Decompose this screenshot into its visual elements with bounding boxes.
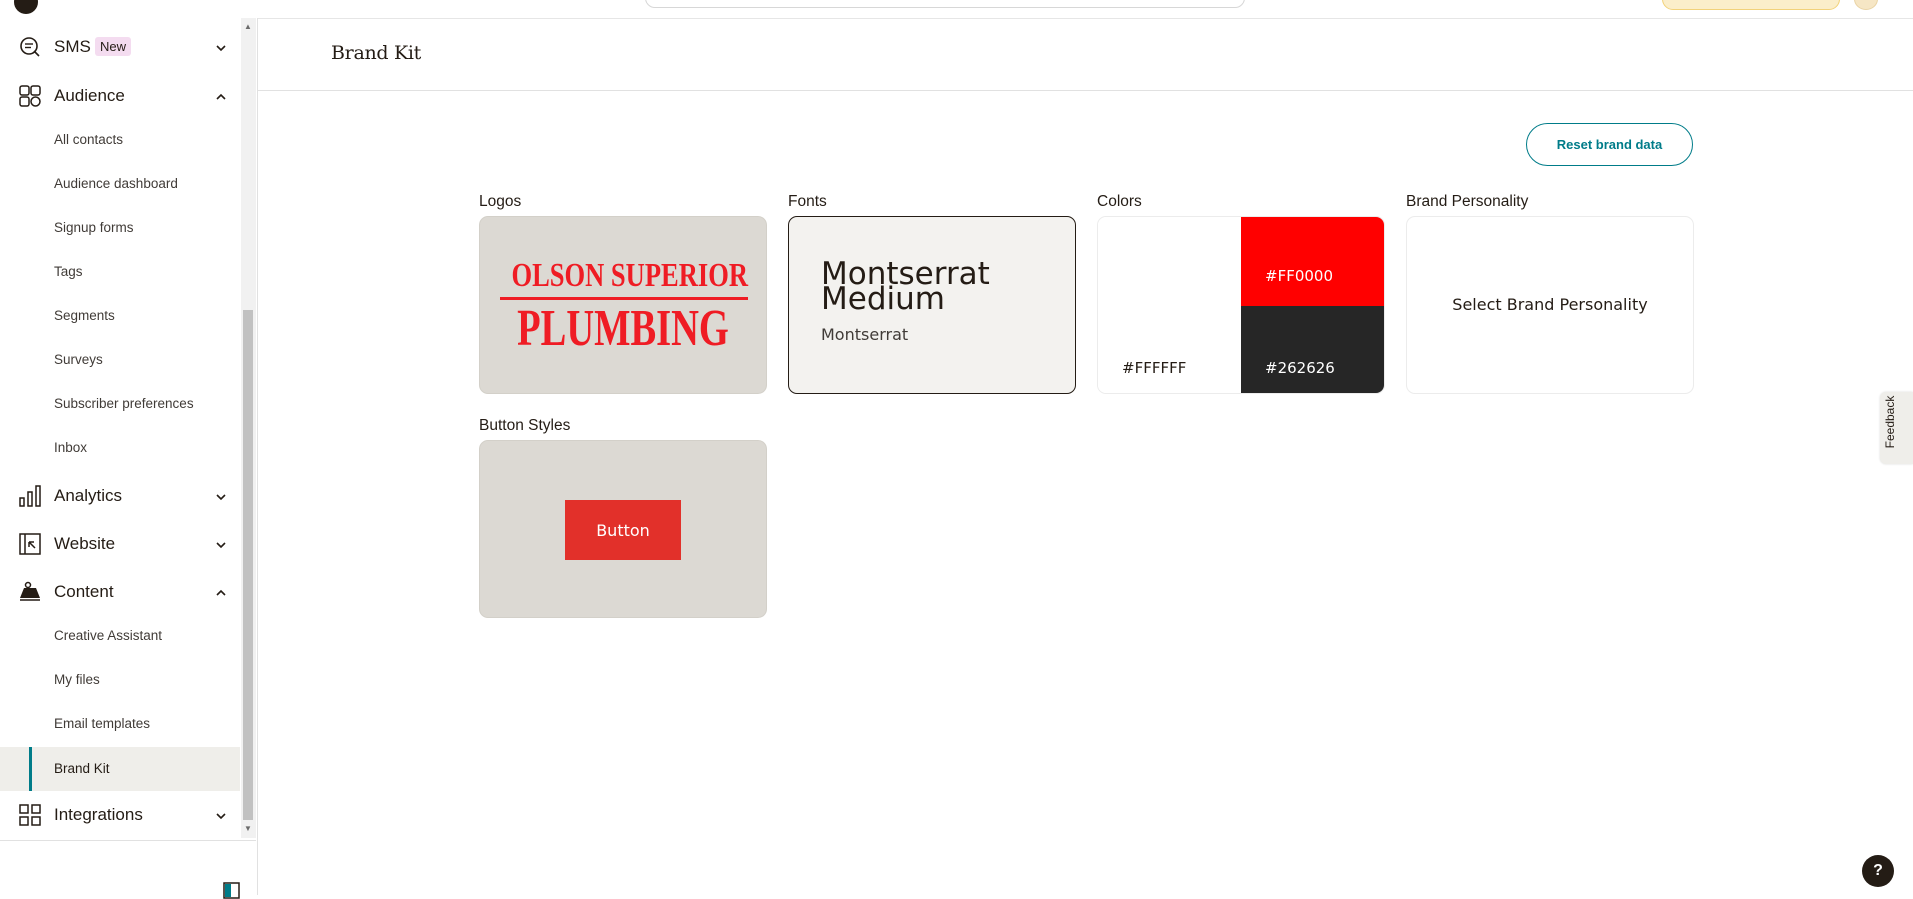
brand-personality-label: Brand Personality <box>1406 193 1529 210</box>
scroll-up-arrow-icon[interactable]: ▲ <box>244 22 252 31</box>
brand-logo-line1: OLSON SUPERIOR <box>511 257 748 294</box>
nav-item-my-files[interactable]: My files <box>0 661 240 701</box>
nav-website-label: Website <box>54 534 116 553</box>
nav-item-label: Subscriber preferences <box>54 396 194 411</box>
nav-item-audience-dashboard[interactable]: Audience dashboard <box>0 165 240 205</box>
page-title: Brand Kit <box>331 42 422 64</box>
chevron-down-icon[interactable] <box>214 538 228 552</box>
nav-item-label: Brand Kit <box>54 761 110 776</box>
chevron-up-icon[interactable] <box>214 90 228 104</box>
nav-audience-label: Audience <box>54 86 125 105</box>
nav-sms[interactable]: SMS New <box>0 25 240 69</box>
color-hex-label: #262626 <box>1265 359 1335 377</box>
colors-label: Colors <box>1097 193 1142 210</box>
analytics-bar-chart-icon <box>19 485 41 507</box>
nav-item-all-contacts[interactable]: All contacts <box>0 121 240 161</box>
nav-website[interactable]: Website <box>0 522 240 566</box>
audience-icon <box>19 85 41 107</box>
avatar[interactable] <box>1854 0 1878 10</box>
content-icon <box>20 581 40 601</box>
nav-item-label: All contacts <box>54 132 124 147</box>
font-sample-text: Montserrat Medium <box>821 256 990 317</box>
nav-item-label: Tags <box>54 264 83 279</box>
color-swatch-dark[interactable]: #262626 <box>1241 306 1384 393</box>
nav-item-surveys[interactable]: Surveys <box>0 341 240 381</box>
nav-item-email-templates[interactable]: Email templates <box>0 705 240 745</box>
integrations-grid-icon <box>19 804 41 826</box>
nav-item-label: My files <box>54 672 100 687</box>
color-swatch-red[interactable]: #FF0000 <box>1241 217 1384 306</box>
nav-item-segments[interactable]: Segments <box>0 297 240 337</box>
app-logo-icon[interactable] <box>14 0 38 14</box>
feedback-tab[interactable]: Feedback <box>1880 392 1913 464</box>
chevron-down-icon[interactable] <box>214 490 228 504</box>
reset-brand-data-button[interactable]: Reset brand data <box>1526 123 1693 166</box>
nav-integrations[interactable]: Integrations <box>0 793 240 837</box>
website-icon <box>19 533 41 555</box>
new-badge: New <box>95 37 132 56</box>
nav-analytics[interactable]: Analytics <box>0 474 240 518</box>
brand-logo-line2: PLUMBING <box>517 300 729 357</box>
scroll-down-arrow-icon[interactable]: ▼ <box>244 824 252 833</box>
sidebar-divider <box>0 840 256 841</box>
sidebar-scrollbar-thumb[interactable] <box>243 310 253 820</box>
colors-card[interactable]: #FFFFFF #FF0000 #262626 <box>1097 216 1385 394</box>
nav-item-label: Segments <box>54 308 115 323</box>
font-name: Montserrat <box>821 325 909 344</box>
font-card[interactable]: Montserrat Medium Montserrat <box>788 216 1076 394</box>
button-styles-card[interactable]: Button <box>479 440 767 618</box>
search-input[interactable] <box>645 0 1245 8</box>
brand-personality-card[interactable]: Select Brand Personality <box>1406 216 1694 394</box>
chevron-down-icon[interactable] <box>214 809 228 823</box>
chevron-down-icon[interactable] <box>214 41 228 55</box>
sidebar: ▲ ▼ SMS New Audience All contacts Audien… <box>0 18 258 899</box>
nav-audience[interactable]: Audience <box>0 74 240 118</box>
nav-item-subscriber-preferences[interactable]: Subscriber preferences <box>0 385 240 425</box>
color-hex-label: #FFFFFF <box>1122 359 1187 377</box>
logo-card[interactable]: OLSON SUPERIOR PLUMBING <box>479 216 767 394</box>
select-brand-personality-text: Select Brand Personality <box>1452 295 1648 314</box>
upgrade-button[interactable] <box>1662 0 1840 10</box>
sms-chat-icon <box>20 37 40 57</box>
nav-sms-label: SMS <box>54 37 91 56</box>
fonts-label: Fonts <box>788 193 827 210</box>
main-content: Brand Kit Reset brand data Logos OLSON S… <box>258 18 1913 895</box>
nav-content[interactable]: Content <box>0 570 240 614</box>
nav-item-inbox[interactable]: Inbox <box>0 429 240 469</box>
nav-item-creative-assistant[interactable]: Creative Assistant <box>0 617 240 657</box>
chevron-up-icon[interactable] <box>214 586 228 600</box>
logos-label: Logos <box>479 193 522 210</box>
collapse-sidebar-icon[interactable] <box>223 882 240 899</box>
top-bar <box>0 0 1913 19</box>
nav-item-signup-forms[interactable]: Signup forms <box>0 209 240 249</box>
nav-content-label: Content <box>54 582 114 601</box>
nav-item-tags[interactable]: Tags <box>0 253 240 293</box>
nav-item-label: Inbox <box>54 440 88 455</box>
feedback-label: Feedback <box>1883 395 1897 449</box>
nav-analytics-label: Analytics <box>54 486 123 505</box>
color-swatch-white[interactable]: #FFFFFF <box>1098 217 1241 393</box>
nav-item-label: Email templates <box>54 716 151 731</box>
help-button[interactable]: ? <box>1862 855 1894 887</box>
nav-integrations-label: Integrations <box>54 805 143 824</box>
nav-item-brand-kit[interactable]: Brand Kit <box>0 747 240 791</box>
nav-item-label: Creative Assistant <box>54 628 163 643</box>
sample-brand-button[interactable]: Button <box>565 500 681 560</box>
button-styles-label: Button Styles <box>479 417 571 434</box>
page-header: Brand Kit <box>258 18 1913 91</box>
nav-item-label: Signup forms <box>54 220 134 235</box>
nav-item-label: Surveys <box>54 352 103 367</box>
nav-item-label: Audience dashboard <box>54 176 178 191</box>
color-hex-label: #FF0000 <box>1265 267 1333 285</box>
